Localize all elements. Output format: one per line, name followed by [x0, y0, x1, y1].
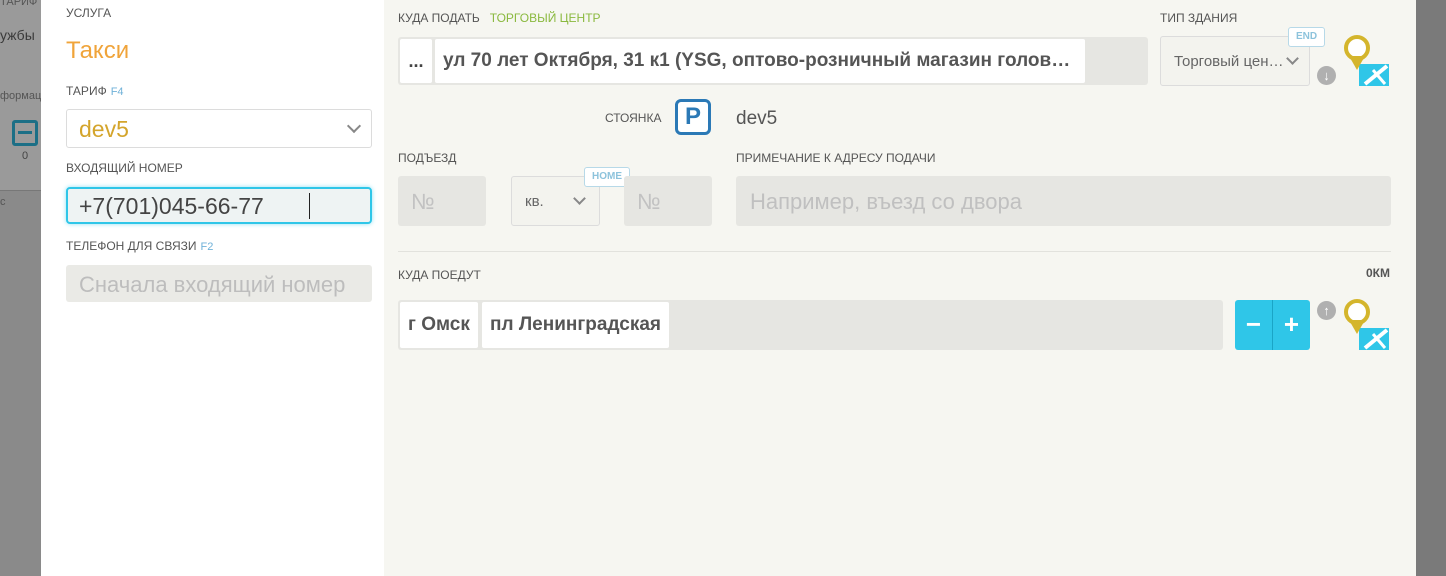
- address-note-label: ПРИМЕЧАНИЕ К АДРЕСУ ПОДАЧИ: [736, 151, 936, 165]
- entrance-input[interactable]: №: [398, 176, 486, 226]
- map-pin-icon[interactable]: [1343, 34, 1389, 86]
- parking-value: dev5: [736, 108, 778, 129]
- tariff-hotkey: F4: [110, 86, 124, 98]
- address-note-input[interactable]: Например, въезд со двора: [736, 176, 1391, 226]
- remove-destination-button[interactable]: −: [1235, 300, 1272, 350]
- text-caret: [309, 193, 310, 219]
- more-button[interactable]: ...: [400, 39, 432, 83]
- login-icon: [12, 120, 38, 146]
- chevron-down-icon: [346, 118, 362, 134]
- background-text: с: [0, 196, 6, 208]
- apartment-number-input[interactable]: №: [624, 176, 712, 226]
- apartment-type-value: кв.: [525, 193, 544, 210]
- destination-chip[interactable]: г Омск: [400, 302, 478, 348]
- tariff-label: ТАРИФ F4: [66, 84, 124, 98]
- background-text: формац: [0, 90, 41, 102]
- address-panel: КУДА ПОДАТЬ ТОРГОВЫЙ ЦЕНТР ... ул 70 лет …: [384, 0, 1416, 576]
- parking-label: СТОЯНКА: [605, 111, 662, 125]
- section-divider: [398, 251, 1391, 252]
- destination-field[interactable]: г Омск пл Ленинградская: [398, 300, 1223, 350]
- service-label: УСЛУГА: [66, 6, 112, 20]
- pickup-address-chip[interactable]: ул 70 лет Октября, 31 к1 (YSG, оптово-ро…: [435, 39, 1085, 83]
- destination-chip[interactable]: пл Ленинградская: [482, 302, 669, 348]
- order-modal: УСЛУГА Такси ТАРИФ F4 dev5 ВХОДЯЩИЙ НОМЕР…: [41, 0, 1416, 576]
- destination-label: КУДА ПОЕДУТ: [398, 268, 481, 282]
- client-panel: УСЛУГА Такси ТАРИФ F4 dev5 ВХОДЯЩИЙ НОМЕР…: [41, 0, 384, 576]
- background-page: ТАРИФ ужбы формац 0 с: [0, 0, 41, 576]
- service-value[interactable]: Такси: [66, 37, 129, 65]
- arrow-down-circle-icon[interactable]: ↓: [1317, 66, 1336, 85]
- pickup-address-field[interactable]: ... ул 70 лет Октября, 31 к1 (YSG, оптов…: [398, 37, 1148, 85]
- chevron-down-icon: [1286, 52, 1299, 65]
- background-text: 0: [22, 150, 29, 162]
- entrance-placeholder: №: [411, 189, 435, 214]
- destination-stepper: − +: [1235, 300, 1310, 350]
- incoming-number-value: +7(701)045-66-77: [79, 193, 264, 219]
- background-text: ТАРИФ: [0, 0, 38, 8]
- apartment-number-placeholder: №: [637, 189, 661, 214]
- pickup-label: КУДА ПОДАТЬ ТОРГОВЫЙ ЦЕНТР: [398, 11, 601, 25]
- pickup-label-text: КУДА ПОДАТЬ: [398, 11, 480, 25]
- background-text: ужбы: [0, 27, 35, 43]
- contact-phone-label-text: ТЕЛЕФОН ДЛЯ СВЯЗИ: [66, 239, 197, 253]
- arrow-up-circle-icon[interactable]: ↑: [1317, 301, 1336, 320]
- contact-phone-input[interactable]: Сначала входящий номер: [66, 265, 372, 302]
- background-divider: [0, 190, 41, 191]
- contact-phone-placeholder: Сначала входящий номер: [79, 272, 346, 297]
- pickup-type-tag: ТОРГОВЫЙ ЦЕНТР: [489, 11, 601, 25]
- building-type-value: Торговый цен…: [1174, 53, 1284, 70]
- entrance-label: ПОДЪЕЗД: [398, 151, 457, 165]
- contact-phone-label: ТЕЛЕФОН ДЛЯ СВЯЗИ F2: [66, 239, 213, 253]
- chevron-down-icon: [573, 192, 586, 205]
- background-overlay-right: [1416, 0, 1446, 576]
- contact-phone-hotkey: F2: [200, 241, 214, 253]
- building-type-label: ТИП ЗДАНИЯ: [1160, 11, 1238, 25]
- add-destination-button[interactable]: +: [1273, 300, 1310, 350]
- parking-icon[interactable]: P: [675, 99, 711, 135]
- tariff-label-text: ТАРИФ: [66, 84, 107, 98]
- map-pin-icon[interactable]: [1343, 298, 1389, 350]
- incoming-number-label: ВХОДЯЩИЙ НОМЕР: [66, 161, 183, 175]
- distance-value: 0КМ: [1366, 266, 1390, 280]
- end-hotkey-badge: END: [1288, 27, 1325, 47]
- address-note-placeholder: Например, въезд со двора: [750, 189, 1022, 214]
- tariff-select[interactable]: dev5: [66, 109, 372, 148]
- tariff-value: dev5: [79, 116, 129, 142]
